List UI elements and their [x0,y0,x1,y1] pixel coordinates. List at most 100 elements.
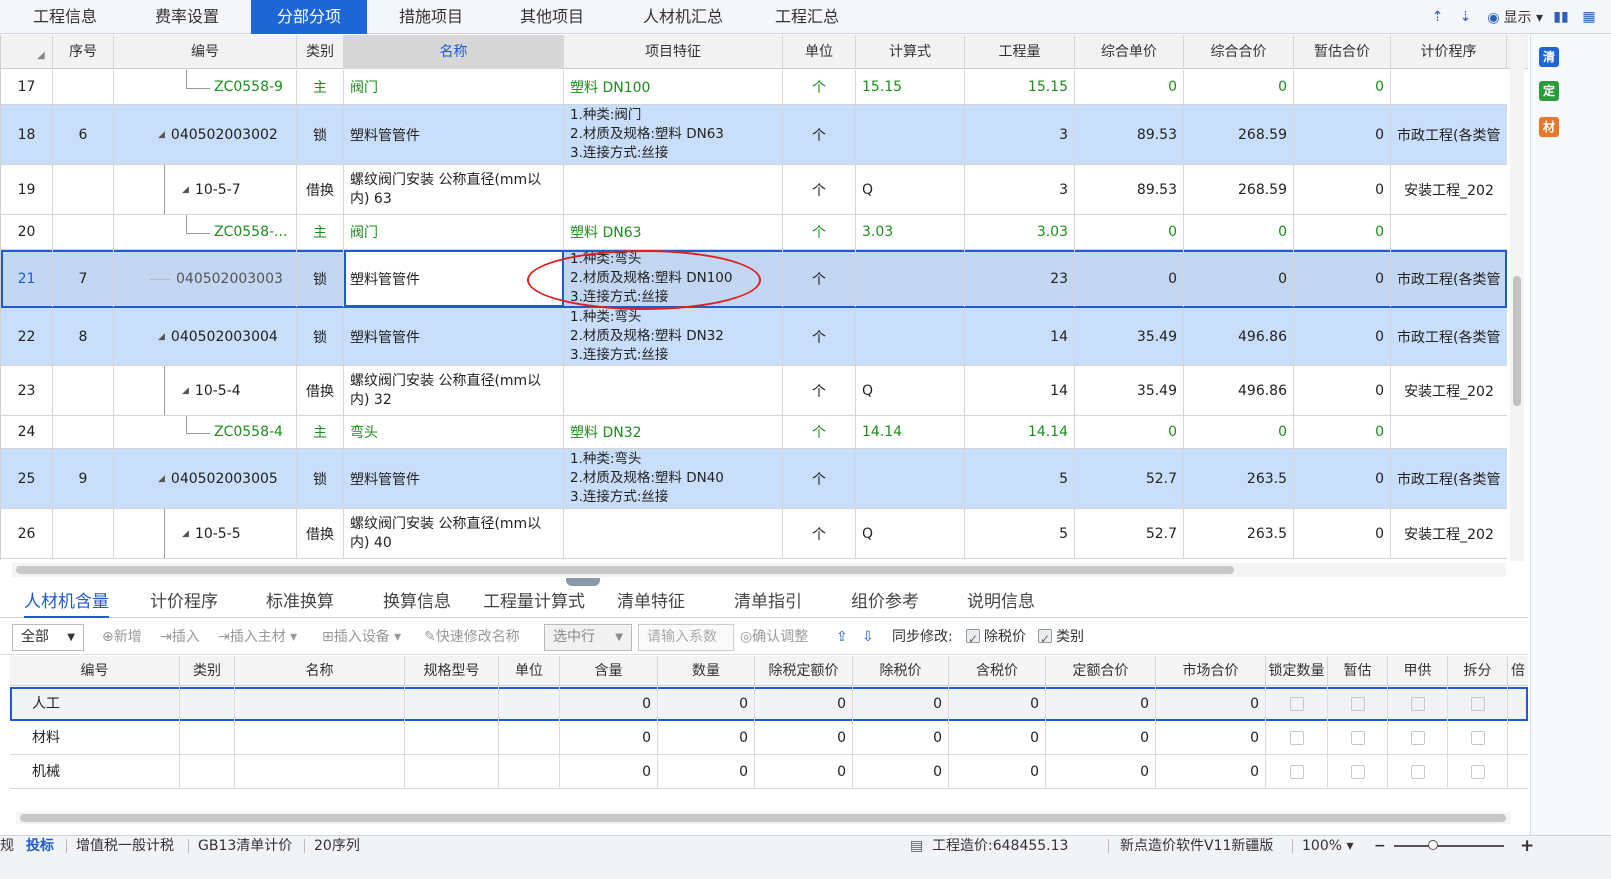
sub-header-split[interactable]: 拆分 [1448,656,1508,686]
row-feature[interactable] [564,366,783,415]
row-feature[interactable]: 塑料 DN32 [564,416,783,448]
row-formula[interactable] [856,105,965,164]
sub-header-lock-qty[interactable]: 锁定数量 [1266,656,1328,686]
sub-header-multiplier[interactable]: 倍 [1508,656,1528,686]
new-button[interactable]: ⊕新增 [102,625,142,649]
split-checkbox[interactable] [1448,687,1508,721]
row-name[interactable]: 螺纹阀门安装 公称直径(mm以内) 32 [344,366,564,415]
row-quantity[interactable]: 23 [965,250,1075,307]
sub-header-price-excl-tax[interactable]: 除税价 [853,656,949,686]
row-quantity[interactable]: 14.14 [965,416,1075,448]
tab-list-features[interactable]: 清单特征 [617,586,685,618]
zoom-select[interactable]: 100% ▾ [1302,836,1354,856]
table-row[interactable]: 17 ZC0558-9 主 阀门 塑料 DN100 个 15.15 15.15 … [1,70,1507,105]
row-formula[interactable]: Q [856,165,965,214]
resource-price-incl[interactable]: 0 [949,721,1046,755]
align-up-icon[interactable]: ⇡ [1428,7,1448,27]
tab-pricing-program[interactable]: 计价程序 [150,586,218,618]
row-name-active-cell[interactable]: 塑料管管件 [344,250,564,307]
collapse-triangle-icon[interactable]: ◢ [182,185,189,195]
row-quantity[interactable]: 14 [965,308,1075,365]
resource-row-material[interactable]: 材料 0 0 0 0 0 0 0 [10,721,1528,755]
filter-select[interactable]: 全部 ▼ [12,624,84,651]
row-formula[interactable]: 14.14 [856,416,965,448]
horizontal-scroll-thumb[interactable] [20,814,1506,822]
grid-settings-icon[interactable]: ▦ [1579,7,1599,27]
row-feature[interactable] [564,509,783,558]
owner-supplied-checkbox[interactable] [1388,721,1448,755]
split-checkbox[interactable] [1448,755,1508,789]
row-quantity[interactable]: 5 [965,509,1075,558]
row-feature[interactable]: 塑料 DN100 [564,70,783,104]
resource-price-excl[interactable]: 0 [853,721,949,755]
tab-standard-conversion[interactable]: 标准换算 [266,586,334,618]
table-row[interactable]: 23 ◢ 10-5-4 借换 螺纹阀门安装 公称直径(mm以内) 32 个 Q … [1,366,1507,416]
bar-chart-icon[interactable]: ▮▮ [1551,7,1571,27]
calculator-icon[interactable]: ▤ [910,836,923,856]
table-row[interactable]: 24 ZC0558-4 主 弯头 塑料 DN32 个 14.14 14.14 0… [1,416,1507,449]
tab-labor-material-summary[interactable]: 人材机汇总 [618,0,748,34]
quick-edit-name-button[interactable]: ✎快速修改名称 [424,625,520,649]
table-row[interactable]: 20 ZC0558-... 主 阀门 塑料 DN63 个 3.03 3.03 0… [1,215,1507,250]
lock-qty-checkbox[interactable] [1266,755,1328,789]
table-row[interactable]: 26 ◢ 10-5-5 借换 螺纹阀门安装 公称直径(mm以内) 40 个 Q … [1,509,1507,559]
tab-project-summary[interactable]: 工程汇总 [752,0,862,34]
row-quantity[interactable]: 5 [965,449,1075,508]
tab-measures[interactable]: 措施项目 [376,0,486,34]
tab-price-reference[interactable]: 组价参考 [851,586,919,618]
owner-supplied-checkbox[interactable] [1388,755,1448,789]
status-mode[interactable]: 投标 [26,836,54,856]
estimate-checkbox[interactable] [1328,755,1388,789]
row-name[interactable]: 塑料管管件 [344,449,564,508]
row-name[interactable]: 螺纹阀门安装 公称直径(mm以内) 40 [344,509,564,558]
estimate-checkbox[interactable] [1328,721,1388,755]
category-checkbox[interactable]: 类别 [1038,625,1084,651]
sub-header-estimate[interactable]: 暂估 [1328,656,1388,686]
sub-header-price-incl-tax[interactable]: 含税价 [949,656,1046,686]
main-grid-vertical-scrollbar[interactable] [1510,36,1524,561]
insert-device-button[interactable]: ⊞插入设备 ▾ [322,625,401,649]
sub-header-name[interactable]: 名称 [235,656,405,686]
row-formula[interactable] [856,308,965,365]
row-formula[interactable] [856,449,965,508]
side-button-list[interactable]: 清 [1539,47,1559,67]
resource-row-labor[interactable]: 人工 0 0 0 0 0 0 0 [10,687,1528,721]
zoom-in-icon[interactable]: + [1520,836,1534,856]
sub-header-amount[interactable]: 数量 [658,656,755,686]
header-formula[interactable]: 计算式 [856,35,965,69]
tab-project-info[interactable]: 工程信息 [10,0,120,34]
collapse-triangle-icon[interactable]: ◢ [158,332,165,342]
sub-header-market-total[interactable]: 市场合价 [1156,656,1266,686]
align-down-icon[interactable]: ⇣ [1456,7,1476,27]
table-row-selected[interactable]: 21 7 040502003003 锁 塑料管管件 1.种类:弯头 2.材质及规… [1,250,1507,308]
insert-material-button[interactable]: ⇥插入主材 ▾ [218,625,297,649]
tab-other-items[interactable]: 其他项目 [497,0,607,34]
tab-list-guide[interactable]: 清单指引 [734,586,802,618]
sub-header-owner-supplied[interactable]: 甲供 [1388,656,1448,686]
row-formula[interactable]: 15.15 [856,70,965,104]
resource-price-excl[interactable]: 0 [853,755,949,789]
header-feature[interactable]: 项目特征 [564,35,783,69]
header-pricing-program[interactable]: 计价程序 [1391,35,1507,69]
row-feature[interactable]: 塑料 DN63 [564,215,783,249]
zoom-slider-track[interactable] [1394,845,1504,847]
row-quantity[interactable]: 3 [965,105,1075,164]
row-quantity[interactable]: 14 [965,366,1075,415]
resource-content[interactable]: 0 [560,755,658,789]
sub-header-quota-total[interactable]: 定额合价 [1046,656,1156,686]
tab-fee-settings[interactable]: 费率设置 [132,0,242,34]
sub-header-code[interactable]: 编号 [10,656,180,686]
header-code[interactable]: 编号 [114,35,297,69]
splitter-collapse-knob[interactable] [566,578,600,586]
main-grid-horizontal-scrollbar[interactable] [12,563,1506,577]
collapse-triangle-icon[interactable]: ◢ [158,474,165,484]
tab-quantity-formula[interactable]: 工程量计算式 [483,586,585,618]
row-name[interactable]: 阀门 [344,215,564,249]
row-name[interactable]: 阀门 [344,70,564,104]
sub-header-spec[interactable]: 规格型号 [405,656,499,686]
resource-price-incl[interactable]: 0 [949,687,1046,721]
coefficient-input[interactable]: 请输入系数 [638,624,734,651]
sub-header-content[interactable]: 含量 [560,656,658,686]
zoom-slider-knob[interactable] [1428,840,1438,850]
resource-content[interactable]: 0 [560,687,658,721]
